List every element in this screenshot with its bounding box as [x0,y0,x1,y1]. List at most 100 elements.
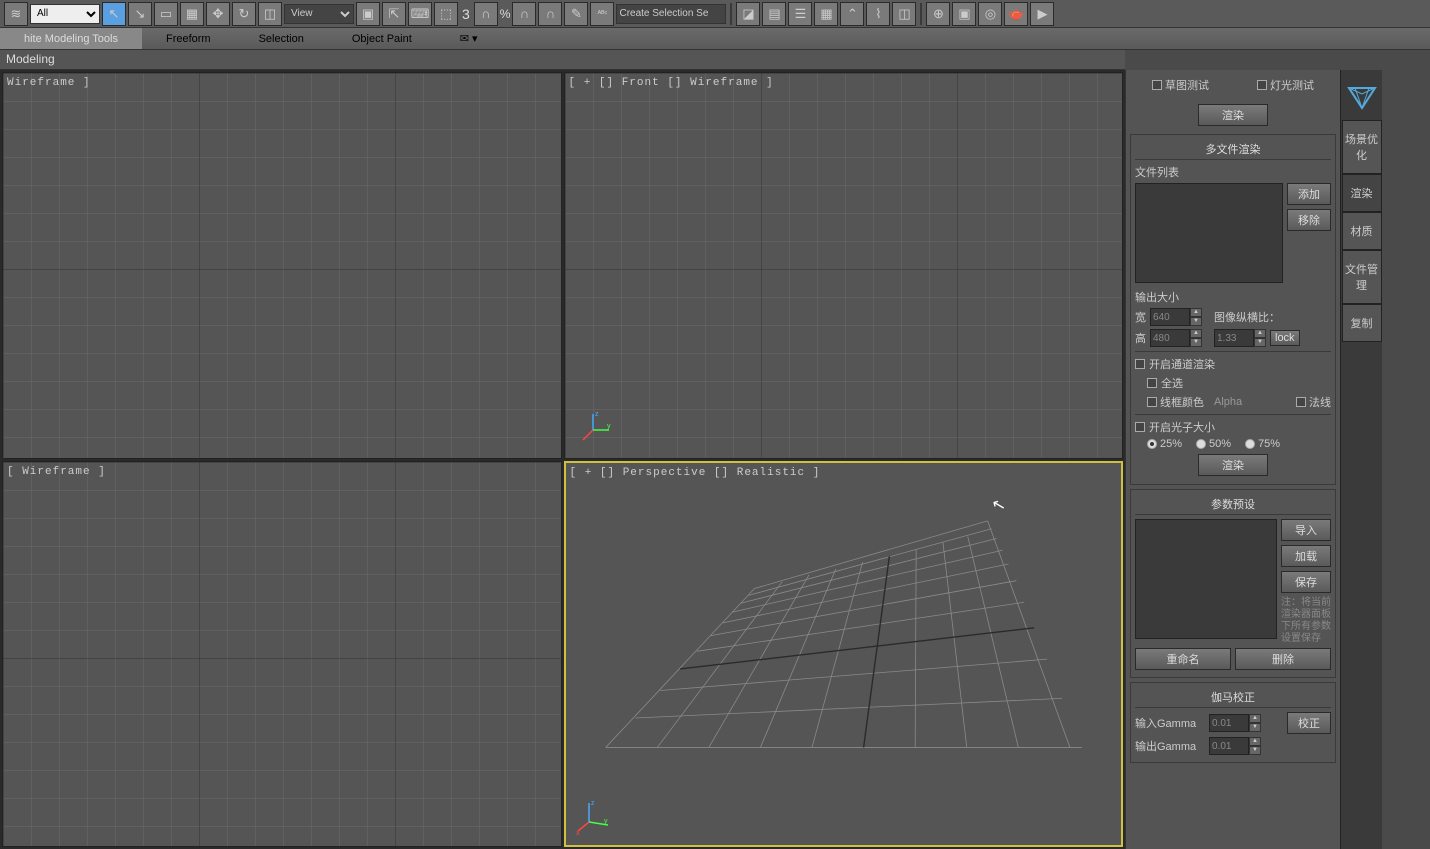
aspect-spinner[interactable]: ▲▼ [1214,329,1266,347]
delete-button[interactable]: 删除 [1235,648,1331,670]
curve-editor-icon[interactable]: ⌇ [866,2,890,26]
tab-render[interactable]: 渲染 [1342,174,1382,212]
move-tool-icon[interactable]: ✥ [206,2,230,26]
normal-checkbox[interactable]: 法线 [1296,394,1331,410]
abc-icon[interactable]: ᴬᴮᶜ [590,2,614,26]
pivot-icon[interactable]: ▣ [356,2,380,26]
manip-icon[interactable]: ⇱ [382,2,406,26]
ribbon-tabs: hite Modeling Tools Freeform Selection O… [0,28,1430,50]
preset-listbox[interactable] [1135,519,1277,639]
plugin-logo-icon[interactable] [1345,84,1379,110]
rename-button[interactable]: 重命名 [1135,648,1231,670]
viewport-perspective[interactable]: [ + [] Perspective [] Realistic ] z y x [564,461,1124,848]
side-panel: 草图测试 灯光测试 渲染 多文件渲染 文件列表 添加 移除 输出大小 宽 ▲▼ … [1125,70,1340,849]
align-icon[interactable]: ▤ [762,2,786,26]
render-frame-icon[interactable]: ◎ [978,2,1002,26]
tab-file-mgr[interactable]: 文件管理 [1342,250,1382,304]
tab-material[interactable]: 材质 [1342,212,1382,250]
layer-manager-icon[interactable]: ▦ [814,2,838,26]
svg-text:y: y [604,818,608,825]
sketch-test-checkbox[interactable]: 草图测试 [1152,77,1209,93]
viewport-label[interactable]: [ Wireframe ] [7,466,106,478]
viewport-left[interactable]: [ Wireframe ] [2,461,562,848]
aspect-label: 图像纵横比： [1214,309,1280,325]
import-button[interactable]: 导入 [1281,519,1331,541]
viewport-top[interactable]: Wireframe ] [2,72,562,459]
out-gamma-label: 输出Gamma [1135,738,1205,754]
photon-75-radio[interactable]: 75% [1245,438,1280,450]
named-sel-icon[interactable]: ⬚ [434,2,458,26]
tab-scene-opt[interactable]: 场景优化 [1342,120,1382,174]
in-gamma-spinner[interactable]: ▲▼ [1209,714,1261,732]
mirror-icon[interactable]: ◪ [736,2,760,26]
keyboard-icon[interactable]: ⌨ [408,2,432,26]
main-area: Wireframe ] [ + [] Front [] Wireframe ] … [0,70,1430,849]
viewport-label[interactable]: [ + [] Perspective [] Realistic ] [570,467,821,479]
viewport-front[interactable]: [ + [] Front [] Wireframe ] z y [564,72,1124,459]
out-gamma-spinner[interactable]: ▲▼ [1209,737,1261,755]
height-spinner[interactable]: ▲▼ [1150,329,1202,347]
photon-50-radio[interactable]: 50% [1196,438,1231,450]
wire-color-checkbox[interactable]: 线框颜色 [1147,394,1204,410]
tab-selection[interactable]: Selection [235,28,328,49]
select-all-checkbox[interactable]: 全选 [1147,375,1331,391]
group-title: 多文件渲染 [1135,139,1331,160]
gamma-group: 伽马校正 输入Gamma ▲▼ 校正 输出Gamma ▲▼ [1130,682,1336,763]
svg-text:z: z [591,800,595,807]
schematic-icon[interactable]: ◫ [892,2,916,26]
svg-text:z: z [595,411,599,418]
save-button[interactable]: 保存 [1281,571,1331,593]
viewport-label[interactable]: Wireframe ] [7,77,91,89]
layers-icon[interactable]: ☰ [788,2,812,26]
material-editor-icon[interactable]: ⊕ [926,2,950,26]
snap-angle-icon[interactable]: ∩ [474,2,498,26]
separator [730,3,732,25]
svg-text:x: x [576,830,580,837]
graph-icon[interactable]: ⌃ [840,2,864,26]
lock-button[interactable]: lock [1270,330,1300,346]
tab-object-paint[interactable]: Object Paint [328,28,436,49]
correct-button[interactable]: 校正 [1287,712,1331,734]
render-setup-icon[interactable]: ▣ [952,2,976,26]
render-button-2[interactable]: 渲染 [1198,454,1268,476]
far-right-tabs: 场景优化 渲染 材质 文件管理 复制 [1340,70,1382,849]
width-spinner[interactable]: ▲▼ [1150,308,1202,326]
multi-file-render-group: 多文件渲染 文件列表 添加 移除 输出大小 宽 ▲▼ 图像纵横比： 高 ▲▼ ▲… [1130,134,1336,485]
top-toolbar: ≋ All ↖ ↘ ▭ ▦ ✥ ↻ ◫ View ▣ ⇱ ⌨ ⬚ 3 ∩ % ∩… [0,0,1430,28]
enable-photon-checkbox[interactable]: 开启光子大小 [1135,419,1331,435]
ref-coord-dropdown[interactable]: View [284,4,354,24]
spinner-snap-icon[interactable]: ∩ [538,2,562,26]
select-name-icon[interactable]: ↘ [128,2,152,26]
scale-tool-icon[interactable]: ◫ [258,2,282,26]
viewport-label[interactable]: [ + [] Front [] Wireframe ] [569,77,774,89]
tab-modeling-tools[interactable]: hite Modeling Tools [0,28,142,49]
select-tool-icon[interactable]: ↖ [102,2,126,26]
select-region-icon[interactable]: ▭ [154,2,178,26]
edit-named-icon[interactable]: ✎ [564,2,588,26]
filter-dropdown[interactable]: All [30,4,100,24]
viewports-grid: Wireframe ] [ + [] Front [] Wireframe ] … [0,70,1125,849]
snap-percent-icon[interactable]: ∩ [512,2,536,26]
rotate-tool-icon[interactable]: ↻ [232,2,256,26]
output-size-label: 输出大小 [1135,289,1331,305]
teapot-icon[interactable]: 🫖 [1004,2,1028,26]
tab-freeform[interactable]: Freeform [142,28,235,49]
in-gamma-label: 输入Gamma [1135,715,1205,731]
wave-icon[interactable]: ≋ [4,2,28,26]
tab-mail-icon[interactable]: ✉ ▾ [436,28,502,49]
add-button[interactable]: 添加 [1287,183,1331,205]
width-label: 宽 [1135,309,1146,325]
svg-text:y: y [607,423,611,430]
remove-button[interactable]: 移除 [1287,209,1331,231]
render-prod-icon[interactable]: ▶ [1030,2,1054,26]
enable-channel-checkbox[interactable]: 开启通道渲染 [1135,356,1331,372]
photon-25-radio[interactable]: 25% [1147,438,1182,450]
file-listbox[interactable] [1135,183,1283,283]
render-button[interactable]: 渲染 [1198,104,1268,126]
window-crossing-icon[interactable]: ▦ [180,2,204,26]
load-button[interactable]: 加载 [1281,545,1331,567]
percent-label: % [500,7,511,21]
create-selection-input[interactable] [616,4,726,24]
light-test-checkbox[interactable]: 灯光测试 [1257,77,1314,93]
tab-copy[interactable]: 复制 [1342,304,1382,342]
